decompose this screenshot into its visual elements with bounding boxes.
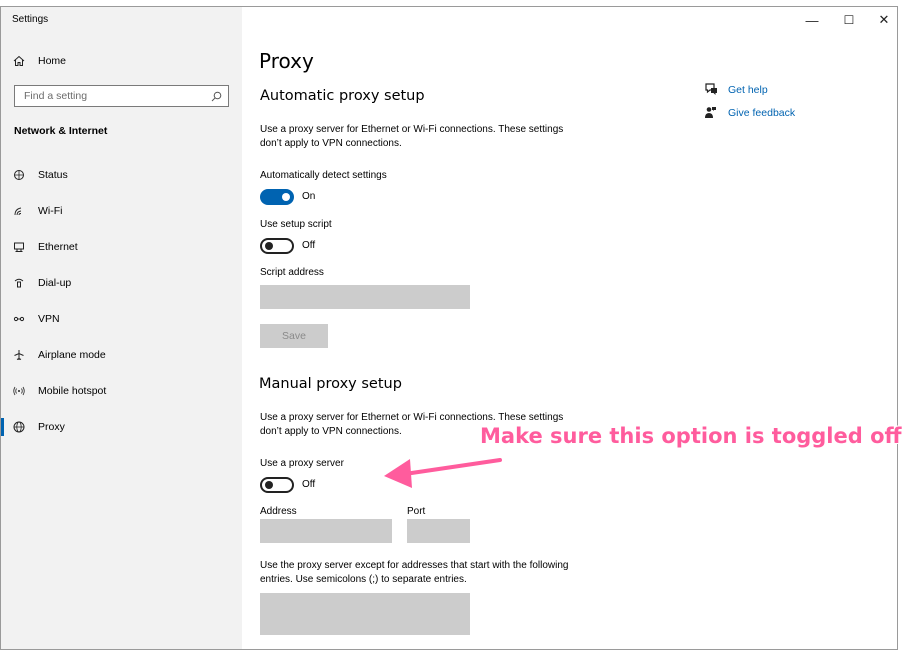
annotation-arrow (384, 458, 502, 488)
annotation-text: Make sure this option is toggled off (480, 424, 902, 448)
